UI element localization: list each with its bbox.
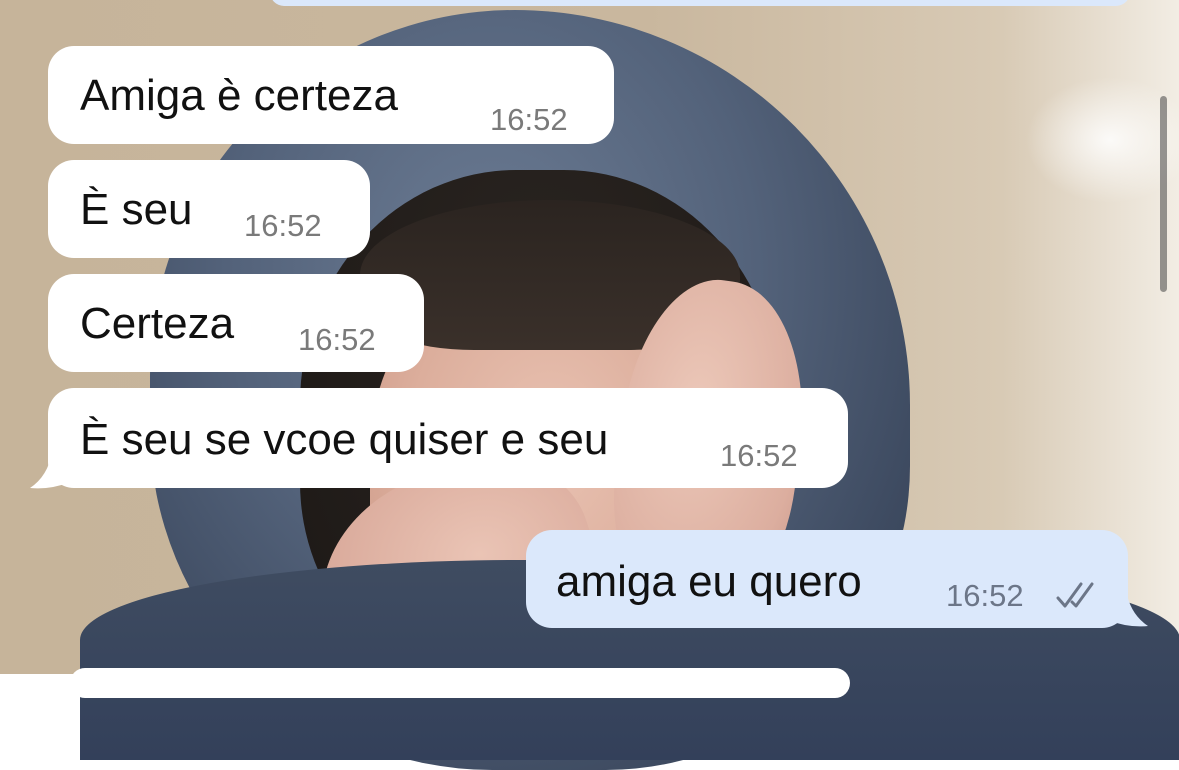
message-bubble-incoming[interactable]: Certeza 16:52 [48,274,424,372]
message-text: Amiga è certeza [80,71,398,120]
previous-message-bubble[interactable] [270,0,1130,6]
message-text: amiga eu quero [556,557,862,606]
message-timestamp: 16:52 [298,322,376,357]
message-text: Certeza [80,299,235,348]
message-text: È seu [80,185,193,234]
message-timestamp: 16:52 [244,208,322,243]
message-timestamp: 16:52 [946,578,1024,613]
next-message-bubble[interactable] [70,668,850,698]
message-bubble-incoming[interactable]: È seu se vcoe quiser e seu 16:52 [48,388,848,488]
double-check-icon [1056,582,1094,608]
scrollbar[interactable] [1160,96,1167,292]
message-bubble-incoming[interactable]: È seu 16:52 [48,160,370,258]
message-timestamp: 16:52 [720,438,798,473]
message-timestamp: 16:52 [490,102,568,137]
message-text: È seu se vcoe quiser e seu [80,415,609,464]
message-bubble-outgoing[interactable]: amiga eu quero 16:52 [526,530,1128,628]
message-bubble-incoming[interactable]: Amiga è certeza 16:52 [48,46,614,144]
